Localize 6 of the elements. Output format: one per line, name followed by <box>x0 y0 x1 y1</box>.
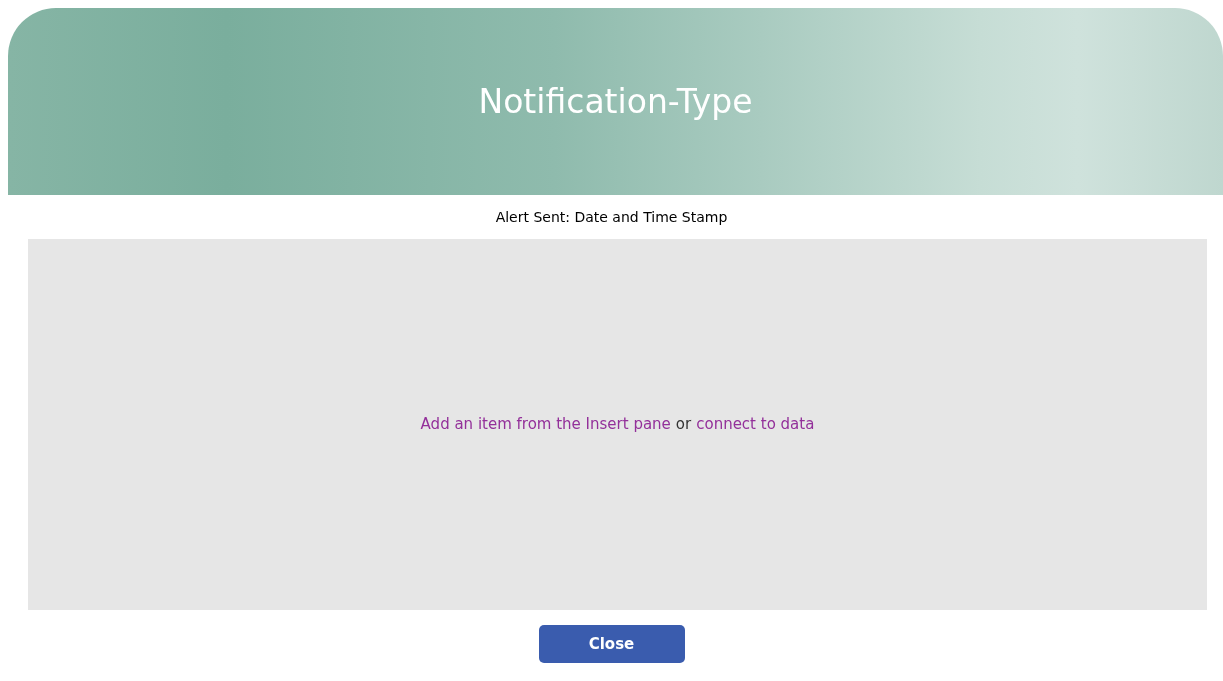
link[interactable]: Add an item from the Insert pane <box>420 413 671 436</box>
close-button[interactable]: Close <box>538 625 685 663</box>
header-title: Notification-Type <box>478 80 753 123</box>
connector-text: or <box>675 414 692 436</box>
subtitle: Alert Sent: Date and Time Stamp <box>495 207 728 227</box>
link[interactable]: connect to data <box>696 413 815 436</box>
